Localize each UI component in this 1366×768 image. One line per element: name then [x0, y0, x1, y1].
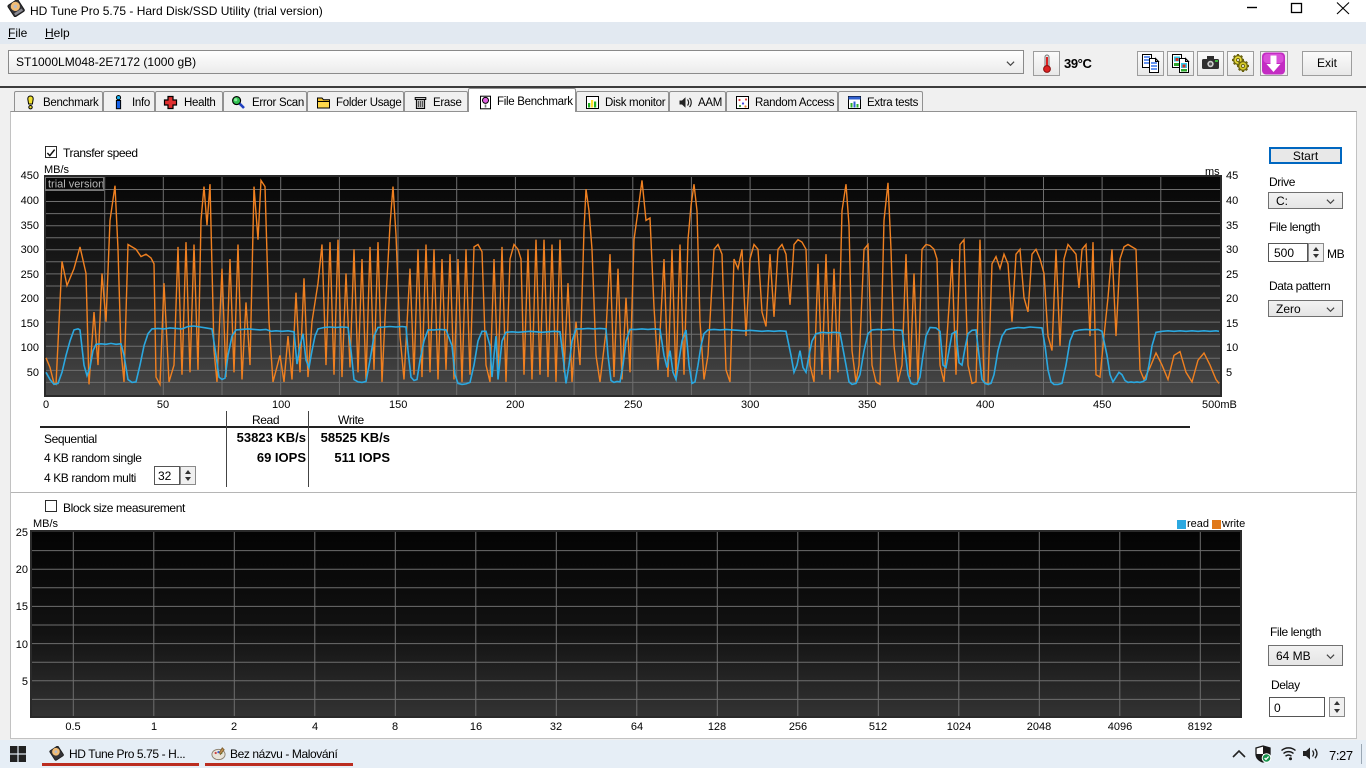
svg-text:trial version: trial version	[48, 179, 104, 191]
